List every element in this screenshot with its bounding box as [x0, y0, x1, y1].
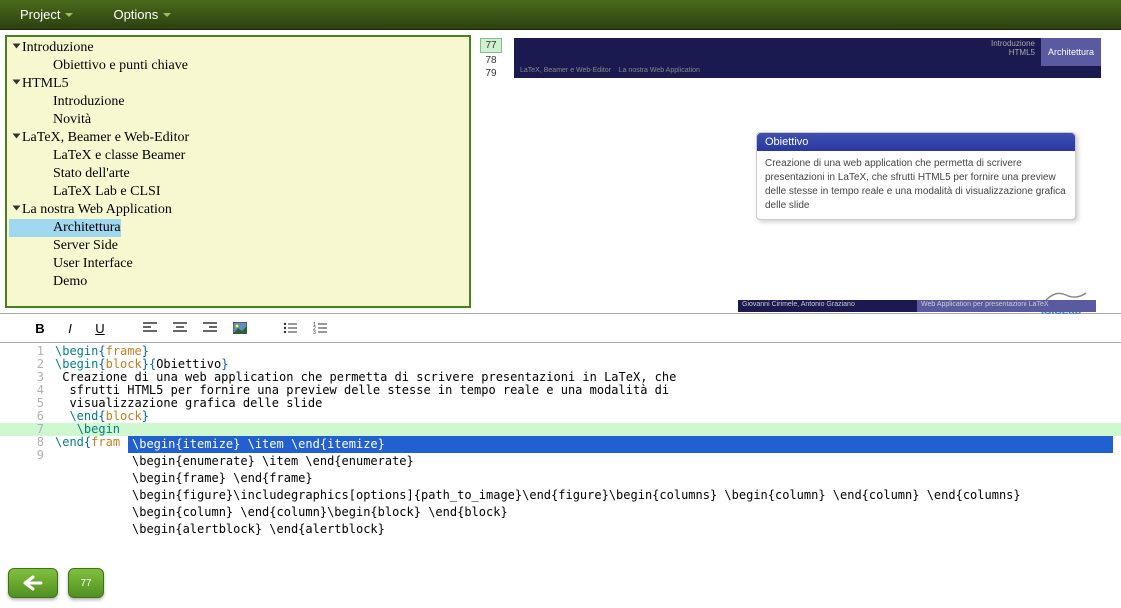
current-page-button[interactable]: 77: [68, 568, 104, 598]
autocomplete-item[interactable]: \begin{itemize} \item \end{itemize}: [128, 436, 1113, 453]
menu-project[interactable]: Project: [20, 7, 73, 22]
objective-box: Obiettivo Creazione di una web applicati…: [756, 132, 1076, 220]
back-button[interactable]: [8, 568, 58, 598]
align-center-button[interactable]: [170, 318, 190, 338]
page-number-column: 77 78 79: [476, 30, 506, 313]
autocomplete-item[interactable]: \begin{figure}\includegraphics[options]{…: [128, 487, 1113, 504]
outline-item[interactable]: Stato dell'arte: [9, 165, 467, 183]
autocomplete-item[interactable]: \begin{column} \end{column}\begin{block}…: [128, 504, 1113, 521]
align-right-button[interactable]: [200, 318, 220, 338]
outline-item[interactable]: HTML5: [9, 75, 467, 93]
italic-button[interactable]: I: [60, 318, 80, 338]
bullet-list-button[interactable]: [280, 318, 300, 338]
svg-text:3: 3: [313, 330, 316, 334]
outline-item[interactable]: LaTeX e classe Beamer: [9, 147, 467, 165]
menubar: Project Options: [0, 0, 1121, 30]
bottom-nav: 77: [8, 568, 104, 598]
outline-item[interactable]: Server Side: [9, 237, 467, 255]
page-number[interactable]: 79: [480, 67, 502, 80]
slide-header: Introduzione HTML5 Architettura: [514, 38, 1101, 66]
page-number-current[interactable]: 77: [480, 38, 502, 53]
bold-button[interactable]: B: [30, 318, 50, 338]
autocomplete-item[interactable]: \begin{alertblock} \end{alertblock}: [128, 521, 1113, 535]
code-editor[interactable]: 123456789 \begin{frame}\begin{block}{Obi…: [0, 343, 1121, 535]
slide-footer: Giovanni Cirimele, Antonio Graziano Web …: [738, 300, 1096, 312]
numbered-list-button[interactable]: 123: [310, 318, 330, 338]
objective-body: Creazione di una web application che per…: [757, 151, 1075, 219]
outline-item[interactable]: LaTeX, Beamer e Web-Editor: [9, 129, 467, 147]
outline-item[interactable]: Demo: [9, 273, 467, 291]
page-number[interactable]: 78: [480, 54, 502, 67]
autocomplete-item[interactable]: \begin{frame} \end{frame}: [128, 470, 1113, 487]
autocomplete-item[interactable]: \begin{enumerate} \item \end{enumerate}: [128, 453, 1113, 470]
slide-header-tab: Architettura: [1041, 38, 1101, 66]
line-gutter: 123456789: [0, 345, 50, 462]
autocomplete-popup: \begin{itemize} \item \end{itemize}\begi…: [128, 436, 1113, 535]
outline-item[interactable]: Introduzione: [9, 39, 467, 57]
objective-title: Obiettivo: [757, 133, 1075, 151]
image-button[interactable]: [230, 318, 250, 338]
outline-item[interactable]: Novità: [9, 111, 467, 129]
outline-item[interactable]: Obiettivo e punti chiave: [9, 57, 467, 75]
slide-header-breadcrumb: Introduzione HTML5: [514, 38, 1041, 66]
outline-item[interactable]: User Interface: [9, 255, 467, 273]
arrow-left-icon: [21, 575, 45, 591]
outline-item[interactable]: LaTeX Lab e CLSI: [9, 183, 467, 201]
align-left-button[interactable]: [140, 318, 160, 338]
editor-toolbar: B I U 123: [0, 313, 1121, 343]
outline-tree: IntroduzioneObiettivo e punti chiaveHTML…: [5, 35, 471, 308]
outline-item[interactable]: La nostra Web Application: [9, 201, 467, 219]
menu-options[interactable]: Options: [113, 7, 171, 22]
underline-button[interactable]: U: [90, 318, 110, 338]
outline-item[interactable]: Introduzione: [9, 93, 467, 111]
outline-item[interactable]: Architettura: [9, 219, 121, 237]
